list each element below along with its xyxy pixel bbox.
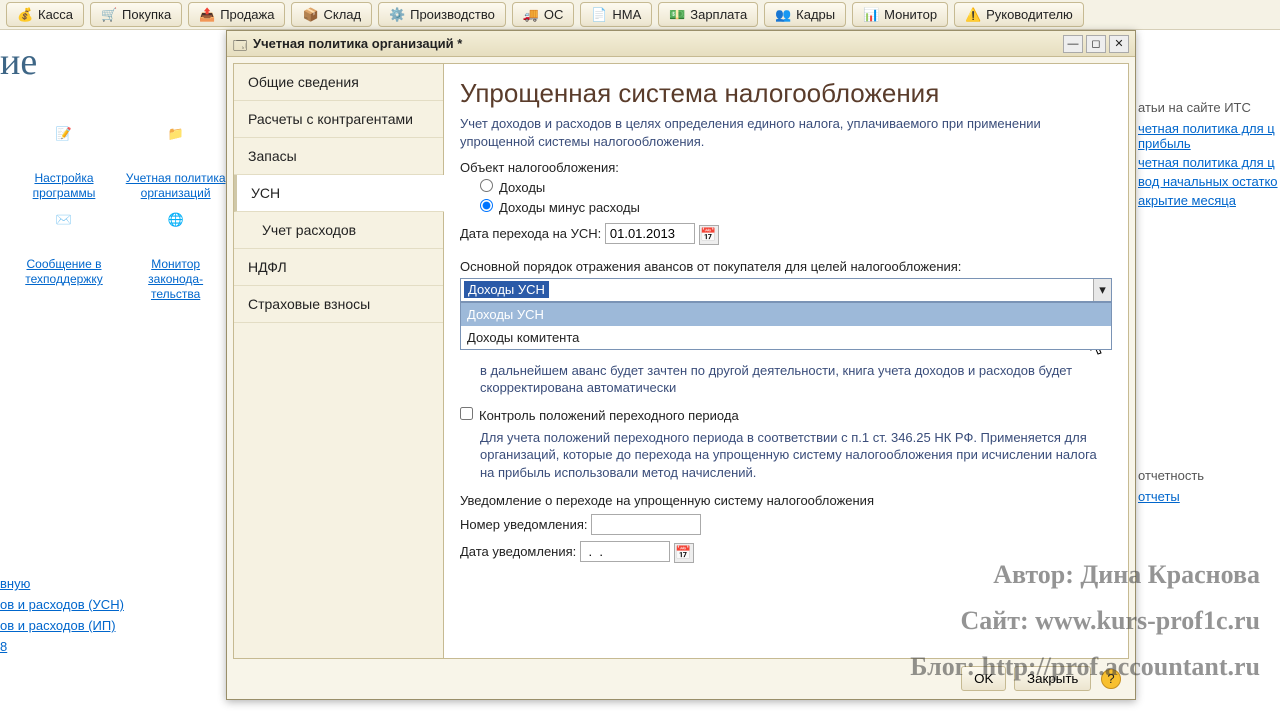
chevron-down-icon[interactable]: ▾ bbox=[1093, 279, 1111, 301]
tab-usn[interactable]: УСН bbox=[234, 175, 444, 212]
tab-contragents[interactable]: Расчеты с контрагентами bbox=[234, 101, 443, 138]
side-header: атьи на сайте ИТС bbox=[1138, 100, 1280, 115]
combo-option-0[interactable]: Доходы УСН bbox=[461, 303, 1111, 326]
main-toolbar: 💰Касса 🛒Покупка 📤Продажа 📦Склад ⚙️Произв… bbox=[0, 0, 1280, 30]
desktop-icons: 📝Настройка программы 📁Учетная политика о… bbox=[10, 120, 230, 307]
radio-income-expense[interactable]: Доходы минус расходы bbox=[480, 200, 640, 215]
tool-nma[interactable]: 📄НМА bbox=[580, 2, 652, 27]
checkbox-transition[interactable]: Контроль положений переходного периода bbox=[460, 408, 739, 423]
help-icon[interactable]: ? bbox=[1101, 669, 1121, 689]
sidelink-2[interactable]: вод начальных остатко bbox=[1138, 174, 1280, 189]
tool-kassa[interactable]: 💰Касса bbox=[6, 2, 84, 27]
intro-text: Учет доходов и расходов в целях определе… bbox=[460, 115, 1112, 150]
object-label: Объект налогообложения: bbox=[460, 160, 1112, 175]
tool-os[interactable]: 🚚ОС bbox=[512, 2, 575, 27]
page-heading: Упрощенная система налогообложения bbox=[460, 78, 1112, 109]
window-icon: 🗔 bbox=[233, 37, 247, 51]
tool-monitor[interactable]: 📊Монитор bbox=[852, 2, 948, 27]
avans-label: Основной порядок отражения авансов от по… bbox=[460, 259, 1112, 274]
radio-income[interactable]: Доходы bbox=[480, 180, 545, 195]
leftlink-0[interactable]: вную bbox=[0, 576, 124, 591]
icon-settings[interactable]: 📝Настройка программы bbox=[14, 126, 114, 200]
maximize-button[interactable]: ◻ bbox=[1086, 35, 1106, 53]
sidelink-3[interactable]: акрытие месяца bbox=[1138, 193, 1280, 208]
tool-warehouse[interactable]: 📦Склад bbox=[291, 2, 372, 27]
icon-policy[interactable]: 📁Учетная политика организаций bbox=[126, 126, 226, 200]
notif-num-label: Номер уведомления: bbox=[460, 517, 588, 532]
avans-combobox[interactable]: Доходы УСН ▾ Доходы УСН Доходы комитента bbox=[460, 278, 1112, 302]
hint-transition: Для учета положений переходного периода … bbox=[480, 429, 1112, 482]
tab-general[interactable]: Общие сведения bbox=[234, 64, 443, 101]
side-panel: атьи на сайте ИТС четная политика для ц … bbox=[1128, 80, 1280, 508]
combo-selected: Доходы УСН bbox=[464, 281, 549, 298]
tool-manager[interactable]: ⚠️Руководителю bbox=[954, 2, 1084, 27]
date-label: Дата перехода на УСН: bbox=[460, 226, 601, 241]
tool-production[interactable]: ⚙️Производство bbox=[378, 2, 506, 27]
combo-option-1[interactable]: Доходы комитента bbox=[461, 326, 1111, 349]
tab-expenses[interactable]: Учет расходов bbox=[234, 212, 443, 249]
close-button[interactable]: ✕ bbox=[1109, 35, 1129, 53]
close-dialog-button[interactable]: Закрыть bbox=[1014, 666, 1091, 691]
bg-title-fragment: ие bbox=[0, 40, 37, 84]
tab-insurance[interactable]: Страховые взносы bbox=[234, 286, 443, 323]
hint-avans: в дальнейшем аванс будет зачтен по друго… bbox=[480, 362, 1112, 397]
dialog-title: Учетная политика организаций * bbox=[253, 36, 462, 51]
tool-hr[interactable]: 👥Кадры bbox=[764, 2, 846, 27]
dialog-footer: OK Закрыть ? bbox=[957, 666, 1121, 691]
sidelink-0[interactable]: четная политика для ц прибыль bbox=[1138, 121, 1280, 151]
tool-purchase[interactable]: 🛒Покупка bbox=[90, 2, 182, 27]
tab-ndfl[interactable]: НДФЛ bbox=[234, 249, 443, 286]
sidelink-1[interactable]: четная политика для ц bbox=[1138, 155, 1280, 170]
icon-lawmonitor[interactable]: 🌐Монитор законода- тельства bbox=[126, 212, 226, 301]
dialog-titlebar[interactable]: 🗔 Учетная политика организаций * — ◻ ✕ bbox=[227, 31, 1135, 57]
notif-date-label: Дата уведомления: bbox=[460, 544, 576, 559]
tab-stock[interactable]: Запасы bbox=[234, 138, 443, 175]
left-links: вную ов и расходов (УСН) ов и расходов (… bbox=[0, 570, 124, 660]
date-input[interactable] bbox=[605, 223, 695, 244]
dialog-accounting-policy: 🗔 Учетная политика организаций * — ◻ ✕ О… bbox=[226, 30, 1136, 700]
ok-button[interactable]: OK bbox=[961, 666, 1006, 691]
tab-list: Общие сведения Расчеты с контрагентами З… bbox=[234, 64, 444, 658]
calendar-icon-2[interactable]: 📅 bbox=[674, 543, 694, 563]
tool-sale[interactable]: 📤Продажа bbox=[188, 2, 285, 27]
leftlink-3[interactable]: 8 bbox=[0, 639, 124, 654]
leftlink-1[interactable]: ов и расходов (УСН) bbox=[0, 597, 124, 612]
calendar-icon[interactable]: 📅 bbox=[699, 225, 719, 245]
minimize-button[interactable]: — bbox=[1063, 35, 1083, 53]
icon-support[interactable]: ✉️Сообщение в техподдержку bbox=[14, 212, 114, 286]
notif-date-input[interactable] bbox=[580, 541, 670, 562]
notif-title: Уведомление о переходе на упрощенную сис… bbox=[460, 493, 1112, 508]
tool-salary[interactable]: 💵Зарплата bbox=[658, 2, 758, 27]
leftlink-2[interactable]: ов и расходов (ИП) bbox=[0, 618, 124, 633]
tab-content: Упрощенная система налогообложения Учет … bbox=[444, 64, 1128, 658]
sidelink2[interactable]: отчеты bbox=[1138, 489, 1280, 504]
combo-dropdown: Доходы УСН Доходы комитента bbox=[460, 302, 1112, 350]
side-section2: отчетность bbox=[1138, 468, 1280, 483]
notif-num-input[interactable] bbox=[591, 514, 701, 535]
